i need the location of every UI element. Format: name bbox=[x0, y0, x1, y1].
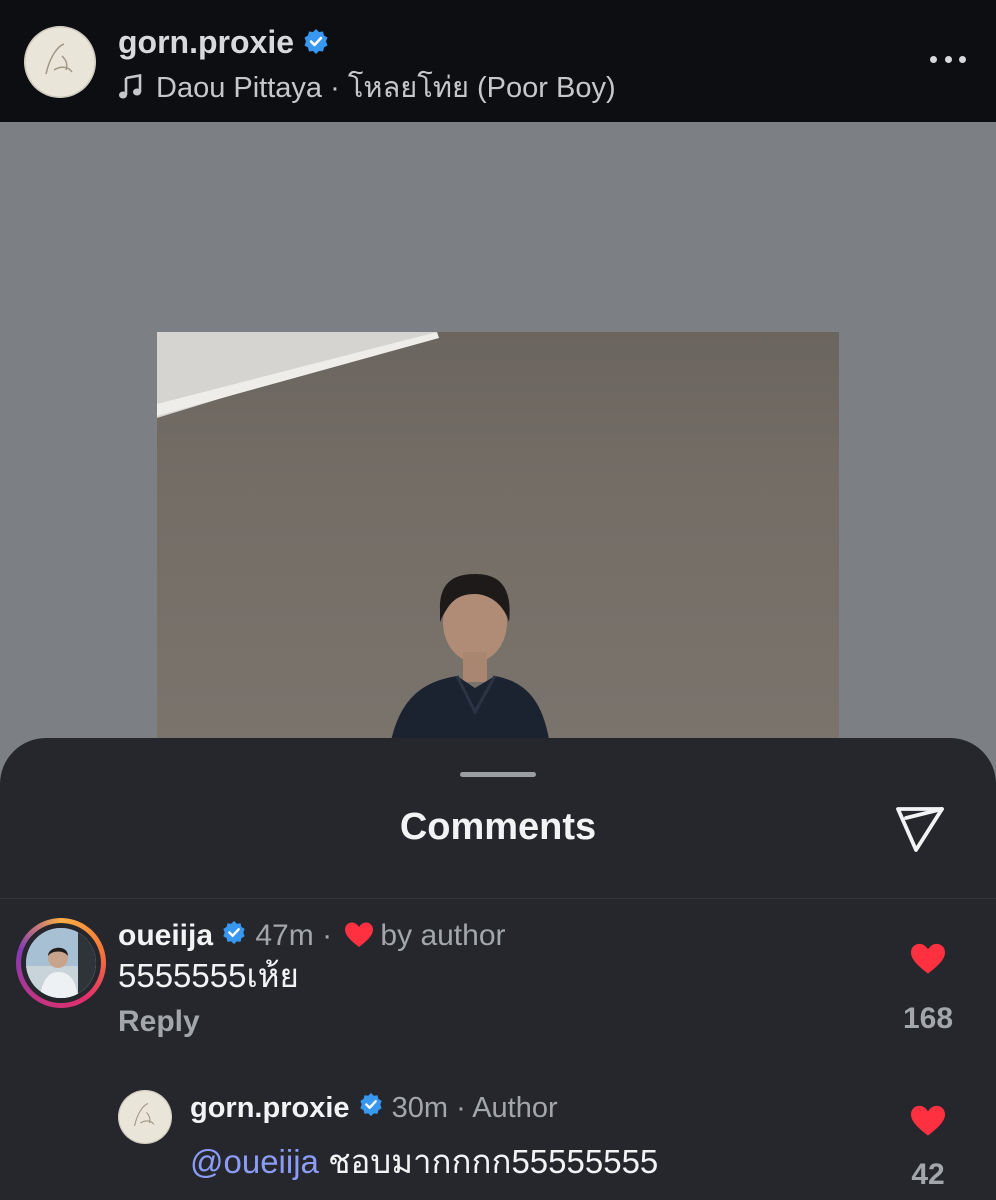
verified-badge-icon bbox=[221, 917, 247, 957]
sheet-grabber[interactable] bbox=[460, 772, 536, 777]
comment-time: 47m bbox=[255, 919, 314, 952]
mention-link[interactable]: @oueiija bbox=[190, 1143, 319, 1180]
music-attribution[interactable]: Daou Pittaya · โหลยโท่ย (Poor Boy) bbox=[118, 68, 616, 111]
verified-badge-icon bbox=[302, 25, 330, 65]
like-control: 168 bbox=[896, 942, 960, 1039]
divider bbox=[0, 898, 996, 899]
comment-header: gorn.proxie 30m · Author bbox=[190, 1088, 558, 1129]
author-badge: Author bbox=[472, 1092, 558, 1124]
dot bbox=[944, 55, 952, 63]
comment-username[interactable]: gorn.proxie bbox=[190, 1092, 350, 1124]
sketch-avatar-icon bbox=[118, 1090, 172, 1144]
comment-text: 5555555เห้ย bbox=[118, 957, 299, 994]
commenter-avatar[interactable] bbox=[16, 918, 106, 1008]
liked-by-author-label: by author bbox=[380, 919, 506, 952]
comment-body: ชอบมากกกก55555555 bbox=[328, 1143, 659, 1180]
reply-button[interactable]: Reply bbox=[118, 1002, 200, 1042]
post-header: gorn.proxie Daou Pittaya · โหลยโท่ย (Poo… bbox=[0, 0, 996, 122]
comments-sheet: Comments oueiija 47m · by author 5555555… bbox=[0, 738, 996, 1200]
like-heart-icon[interactable] bbox=[896, 1104, 960, 1143]
dot bbox=[930, 55, 937, 63]
more-options-button[interactable] bbox=[930, 44, 966, 74]
post-photo[interactable] bbox=[157, 332, 839, 752]
author-username-row[interactable]: gorn.proxie bbox=[118, 22, 330, 65]
comment-time: 30m bbox=[391, 1092, 448, 1124]
like-heart-icon[interactable] bbox=[896, 942, 960, 981]
like-control: 42 bbox=[896, 1104, 960, 1195]
author-avatar[interactable] bbox=[118, 1090, 172, 1144]
comment-username[interactable]: oueiija bbox=[118, 919, 213, 952]
author-username[interactable]: gorn.proxie bbox=[118, 24, 294, 60]
comment-text: @oueiija ชอบมากกกก55555555 bbox=[190, 1140, 658, 1184]
author-avatar[interactable] bbox=[24, 26, 96, 98]
sketch-avatar-icon bbox=[24, 26, 96, 98]
separator-dot: · bbox=[456, 1092, 466, 1124]
music-note-icon bbox=[118, 71, 144, 111]
like-count: 42 bbox=[911, 1158, 945, 1191]
heart-icon bbox=[344, 920, 374, 960]
dot bbox=[959, 55, 966, 63]
avatar-photo bbox=[26, 928, 96, 998]
music-title: Daou Pittaya · โหลยโท่ย (Poor Boy) bbox=[156, 72, 616, 104]
post-screen: gorn.proxie Daou Pittaya · โหลยโท่ย (Poo… bbox=[0, 0, 996, 1200]
verified-badge-icon bbox=[358, 1089, 384, 1129]
send-icon[interactable] bbox=[892, 800, 948, 856]
like-count: 168 bbox=[902, 1002, 954, 1035]
separator-dot: · bbox=[322, 919, 333, 952]
photo-illustration bbox=[157, 332, 551, 752]
sheet-title: Comments bbox=[399, 806, 597, 848]
